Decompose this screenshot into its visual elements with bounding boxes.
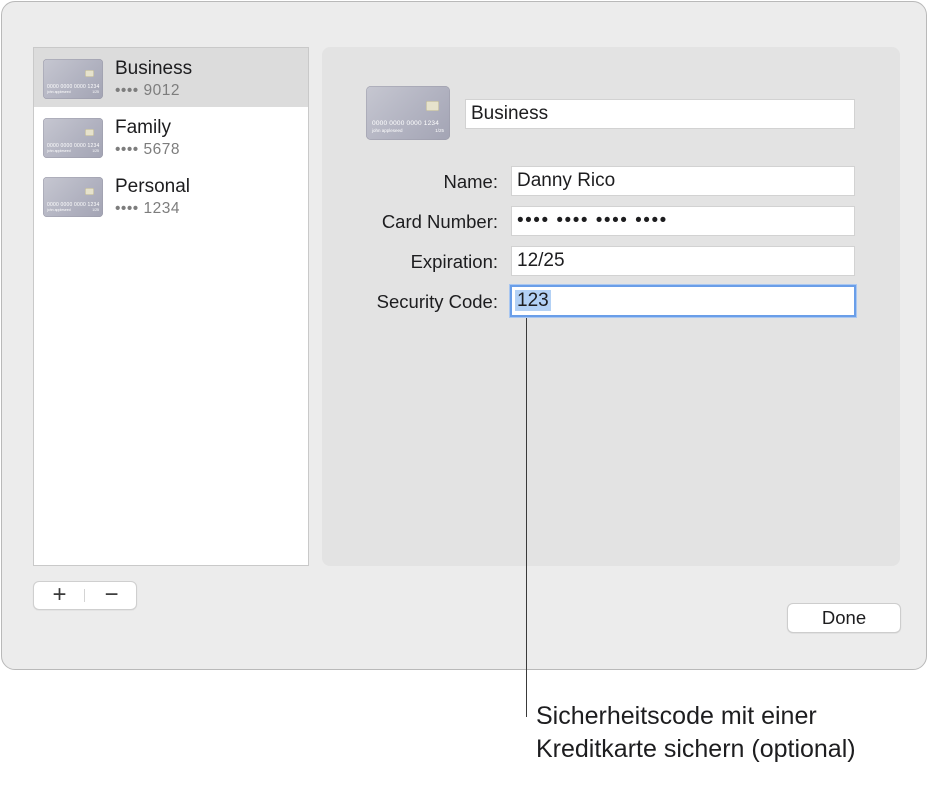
- card-thumb-holder: john appleseed: [47, 90, 71, 94]
- credit-card-icon: 0000 0000 0000 1234 john appleseed 1/25: [43, 118, 103, 158]
- card-name: Business: [115, 58, 193, 79]
- card-chip-icon: [85, 188, 94, 195]
- credit-card-icon: 0000 0000 0000 1234 john appleseed 1/25: [43, 177, 103, 217]
- card-number-field[interactable]: •••• •••• •••• ••••: [511, 206, 855, 236]
- segment-divider: [84, 589, 85, 602]
- card-thumb-holder: john appleseed: [47, 208, 71, 212]
- expiration-field[interactable]: 12/25: [511, 246, 855, 276]
- callout-line: [526, 318, 527, 717]
- security-code-field[interactable]: 123: [510, 285, 856, 317]
- card-thumb-holder: john appleseed: [372, 128, 403, 133]
- card-masked-number: •••• 5678: [115, 141, 180, 158]
- card-masked-number: •••• 1234: [115, 200, 180, 217]
- remove-card-button[interactable]: −: [86, 582, 137, 609]
- credit-card-icon: 0000 0000 0000 1234 john appleseed 1/25: [43, 59, 103, 99]
- expiration-label: Expiration:: [410, 251, 498, 272]
- done-button[interactable]: Done: [787, 603, 901, 633]
- card-thumb-expiry: 1/25: [435, 128, 444, 133]
- callout-text: Sicherheitscode mit einer Kreditkarte si…: [536, 702, 856, 763]
- card-thumb-holder: john appleseed: [47, 149, 71, 153]
- card-detail-panel: 0000 0000 0000 1234 john appleseed 1/25 B…: [322, 47, 900, 566]
- card-name: Family: [115, 117, 171, 138]
- card-list: 0000 0000 0000 1234 john appleseed 1/25 B…: [33, 47, 309, 566]
- name-label: Name:: [443, 171, 499, 192]
- card-thumb-holder-row: john appleseed 1/25: [47, 149, 99, 153]
- add-card-button[interactable]: +: [34, 582, 85, 609]
- add-remove-control: + −: [33, 581, 137, 610]
- card-masked-number: •••• 9012: [115, 82, 180, 99]
- security-code-label: Security Code:: [376, 291, 498, 312]
- card-row-family[interactable]: 0000 0000 0000 1234 john appleseed 1/25 F…: [34, 107, 308, 166]
- card-thumb-holder-row: john appleseed 1/25: [47, 90, 99, 94]
- credit-cards-dialog: 0000 0000 0000 1234 john appleseed 1/25 B…: [1, 1, 927, 670]
- card-chip-icon: [85, 129, 94, 136]
- card-row-personal[interactable]: 0000 0000 0000 1234 john appleseed 1/25 P…: [34, 166, 308, 225]
- name-field[interactable]: Danny Rico: [511, 166, 855, 196]
- credit-card-icon: 0000 0000 0000 1234 john appleseed 1/25: [366, 86, 450, 140]
- card-name: Personal: [115, 176, 190, 197]
- card-thumb-holder-row: john appleseed 1/25: [372, 128, 444, 133]
- card-thumb-holder-row: john appleseed 1/25: [47, 208, 99, 212]
- card-chip-icon: [426, 101, 439, 111]
- card-thumb-expiry: 1/25: [92, 149, 99, 153]
- card-number-label: Card Number:: [381, 211, 498, 232]
- card-chip-icon: [85, 70, 94, 77]
- card-thumb-expiry: 1/25: [92, 208, 99, 212]
- security-code-value: 123: [515, 290, 551, 311]
- card-thumb-expiry: 1/25: [92, 90, 99, 94]
- card-row-business[interactable]: 0000 0000 0000 1234 john appleseed 1/25 B…: [34, 48, 308, 107]
- card-thumb-number: 0000 0000 0000 1234: [372, 120, 440, 127]
- card-title-field[interactable]: Business: [465, 99, 855, 129]
